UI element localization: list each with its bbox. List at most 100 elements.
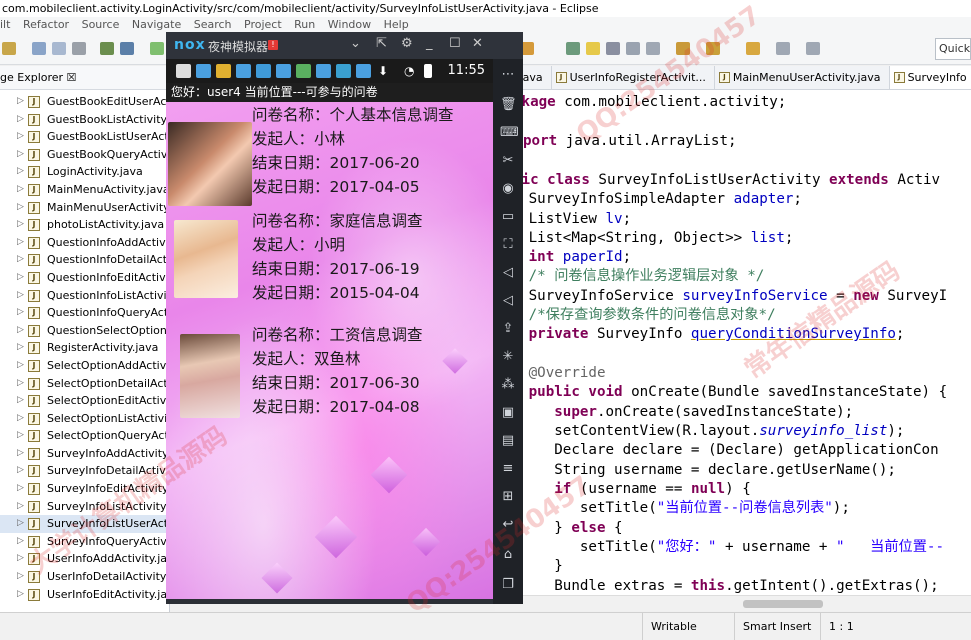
chevron-right-icon[interactable]: ▷: [17, 568, 24, 586]
nox-notification-badge[interactable]: !: [268, 40, 278, 50]
package-explorer-item[interactable]: ▷ J RegisterActivity.java: [0, 339, 170, 357]
chevron-right-icon[interactable]: ▷: [17, 427, 24, 445]
volume-down-icon[interactable]: ◁: [500, 293, 516, 309]
check-icon[interactable]: [150, 42, 164, 55]
shared-folder-icon[interactable]: ⊞: [500, 489, 516, 505]
chevron-right-icon[interactable]: ▷: [17, 199, 24, 217]
package-explorer-item[interactable]: ▷ J SurveyInfoDetailActivity: [0, 462, 170, 480]
menu-icon[interactable]: ≡: [500, 461, 516, 477]
build-icon[interactable]: [100, 42, 114, 55]
menu-item-refactor[interactable]: Refactor: [23, 17, 69, 33]
save-icon[interactable]: [32, 42, 46, 55]
menu-item-run[interactable]: Run: [294, 17, 315, 33]
close-icon[interactable]: ✕: [472, 36, 483, 51]
chevron-right-icon[interactable]: ▷: [17, 93, 24, 111]
chevron-right-icon[interactable]: ▷: [17, 357, 24, 375]
chevron-right-icon[interactable]: ▷: [17, 445, 24, 463]
package-explorer-item[interactable]: ▷ J UserInfoDetailActivity.ja: [0, 568, 170, 586]
camera-icon[interactable]: ▣: [500, 405, 516, 421]
chevron-right-icon[interactable]: ▷: [17, 533, 24, 551]
editor-horizontal-scrollbar[interactable]: [495, 595, 971, 611]
multi-instance-icon[interactable]: ▤: [500, 433, 516, 449]
package-explorer-item[interactable]: ▷ J LoginActivity.java: [0, 163, 170, 181]
chevron-right-icon[interactable]: ▷: [17, 392, 24, 410]
menu-item-search[interactable]: Search: [194, 17, 232, 33]
save-all-icon[interactable]: [52, 42, 66, 55]
menu-item-source[interactable]: Source: [82, 17, 120, 33]
install-apk-icon[interactable]: ⇪: [500, 321, 516, 337]
home-icon[interactable]: ⌂: [500, 547, 516, 563]
screen-icon[interactable]: ▭: [500, 209, 516, 225]
package-explorer-item[interactable]: ▷ J QuestionInfoEditActivity: [0, 269, 170, 287]
code-editor[interactable]: ckage com.mobileclient.activity; port ja…: [495, 90, 971, 595]
back-icon[interactable]: ↩: [500, 517, 516, 533]
package-explorer-item[interactable]: ▷ J QuestionInfoQueryActiv: [0, 304, 170, 322]
recent-apps-icon[interactable]: ❐: [500, 577, 516, 593]
volume-up-icon[interactable]: ◁: [500, 265, 516, 281]
shake-icon[interactable]: ✳: [500, 349, 516, 365]
scissors-icon[interactable]: ✂: [500, 153, 516, 169]
chevron-right-icon[interactable]: ▷: [17, 304, 24, 322]
survey-list[interactable]: 问卷名称：个人基本信息调查 发起人：小林 结束日期：2017-06-20 发起日…: [166, 102, 493, 599]
package-explorer-item[interactable]: ▷ J QuestionInfoListActivity: [0, 287, 170, 305]
package-explorer-item[interactable]: ▷ JphotoListActivity.java: [0, 216, 170, 234]
package-explorer-item[interactable]: ▷ J QuestionInfoDetailActiv: [0, 251, 170, 269]
location-icon[interactable]: ◉: [500, 181, 516, 197]
chevron-right-icon[interactable]: ▷: [17, 322, 24, 340]
trash-icon[interactable]: 🗑: [500, 97, 517, 113]
menu-item-help[interactable]: Help: [384, 17, 409, 33]
package-explorer-item[interactable]: ▷ J GuestBookEditUserActi: [0, 93, 170, 111]
search-icon[interactable]: [566, 42, 580, 55]
last-edit-icon[interactable]: [746, 42, 760, 55]
package-explorer-item[interactable]: ▷ J SurveyInfoQueryActivity: [0, 533, 170, 551]
package-explorer-item[interactable]: ▷ J SelectOptionEditActivity: [0, 392, 170, 410]
package-explorer-item[interactable]: ▷ J GuestBookQueryActivity: [0, 146, 170, 164]
status-insert-mode[interactable]: Smart Insert: [734, 613, 820, 640]
editor-tab[interactable]: J SurveyInfo: [889, 66, 971, 89]
menu-item-navigate[interactable]: Navigate: [132, 17, 181, 33]
chevron-right-icon[interactable]: ▷: [17, 550, 24, 568]
fullscreen-icon[interactable]: ⛶: [500, 237, 516, 253]
chevron-right-icon[interactable]: ▷: [17, 234, 24, 252]
mark-occurrences-icon[interactable]: [586, 42, 600, 55]
editor-tab[interactable]: J MainMenuUserActivity.java: [715, 66, 890, 89]
chevron-right-icon[interactable]: ▷: [17, 269, 24, 287]
package-explorer-item[interactable]: ▷ J SurveyInfoEditActivity.ja: [0, 480, 170, 498]
package-explorer-item[interactable]: ▷ J MainMenuActivity.java: [0, 181, 170, 199]
chevron-right-icon[interactable]: ▷: [17, 410, 24, 428]
next-annotation-icon[interactable]: [676, 42, 690, 55]
gear-icon[interactable]: ⚙: [401, 36, 413, 51]
package-explorer-item[interactable]: ▷ J QuestionSelectOptionLi: [0, 322, 170, 340]
chevron-right-icon[interactable]: ▷: [17, 375, 24, 393]
prev-annotation-icon[interactable]: [706, 42, 720, 55]
chevron-right-icon[interactable]: ▷: [17, 339, 24, 357]
keyboard-icon[interactable]: ⌨: [500, 125, 519, 141]
chevron-right-icon[interactable]: ▷: [17, 515, 24, 533]
menu-item-file[interactable]: ilt: [0, 17, 10, 33]
list-item[interactable]: 问卷名称：工资信息调查 发起人：双鱼林 结束日期：2017-06-30 发起日期…: [166, 324, 493, 429]
package-explorer-item[interactable]: ▷ J MainMenuUserActivity.j: [0, 199, 170, 217]
chevron-right-icon[interactable]: ▷: [17, 146, 24, 164]
package-explorer-item[interactable]: ▷ J GuestBookListUserActi: [0, 128, 170, 146]
chevron-right-icon[interactable]: ▷: [17, 498, 24, 516]
scrollbar-thumb[interactable]: [743, 600, 823, 608]
chevron-right-icon[interactable]: ▷: [17, 111, 24, 129]
package-explorer-item[interactable]: ▷ J SelectOptionAddActivity: [0, 357, 170, 375]
menu-item-window[interactable]: Window: [328, 17, 371, 33]
chevron-down-icon[interactable]: ⌄: [350, 36, 361, 51]
forward-icon[interactable]: [806, 42, 820, 55]
more-icon[interactable]: ⋯: [500, 67, 516, 83]
pin-icon[interactable]: ⇱: [376, 36, 387, 51]
chevron-right-icon[interactable]: ▷: [17, 287, 24, 305]
chevron-right-icon[interactable]: ▷: [17, 128, 24, 146]
list-item[interactable]: 问卷名称：个人基本信息调查 发起人：小林 结束日期：2017-06-20 发起日…: [166, 104, 493, 209]
quick-access-input[interactable]: Quick: [935, 38, 971, 60]
package-explorer-item[interactable]: ▷ J SurveyInfoListUserActiv: [0, 515, 170, 533]
new-icon[interactable]: [2, 42, 16, 55]
editor-tab[interactable]: J UserInfoRegisterActivit...: [552, 66, 715, 89]
chevron-right-icon[interactable]: ▷: [17, 462, 24, 480]
package-explorer-tab[interactable]: ge Explorer ☒: [0, 66, 170, 90]
paragraph-icon[interactable]: [646, 42, 660, 55]
menu-item-project[interactable]: Project: [244, 17, 282, 33]
macro-icon[interactable]: ⁂: [500, 377, 516, 393]
